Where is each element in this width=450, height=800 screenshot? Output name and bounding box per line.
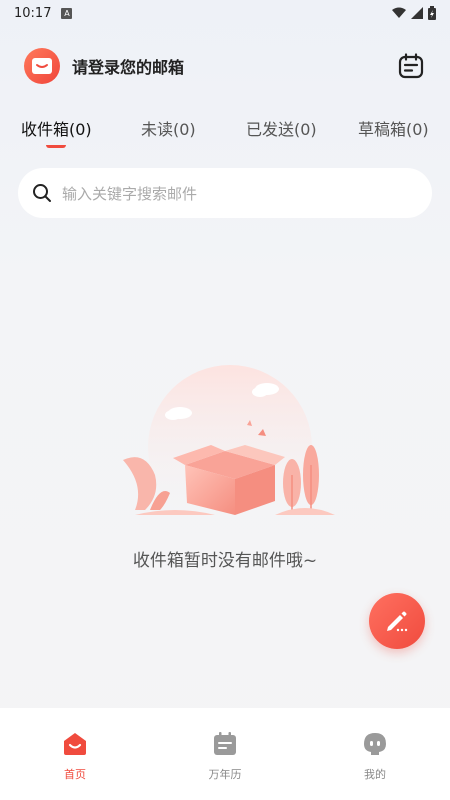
nav-label-home: 首页 [64,768,86,781]
search-icon [33,184,51,202]
nav-item-profile[interactable]: 我的 [300,708,450,800]
empty-inbox-illustration [123,365,335,525]
pencil-icon [387,611,408,632]
status-bar: 10:17 A [0,0,450,26]
tab-drafts-label: 草稿箱(0) [358,120,429,139]
active-tab-indicator [46,145,67,148]
login-prompt-title[interactable]: 请登录您的邮箱 [72,54,184,78]
nav-label-calendar: 万年历 [208,768,242,781]
battery-icon [428,6,436,20]
signal-icon [411,7,423,19]
tab-unread-label: 未读(0) [141,120,196,139]
nav-item-calendar[interactable]: 万年历 [150,708,300,800]
tab-drafts[interactable]: 草稿箱(0) [358,108,429,148]
bottom-navigation: 首页 万年历 我的 [0,708,450,800]
search-input[interactable]: 输入关键字搜索邮件 [62,183,197,204]
calendar-icon [211,730,239,758]
wifi-icon [392,7,406,18]
status-icons [392,6,436,20]
tab-inbox[interactable]: 收件箱(0) [21,108,92,148]
empty-state-message: 收件箱暂时没有邮件哦~ [132,551,318,571]
search-bar[interactable]: 输入关键字搜索邮件 [18,168,432,218]
profile-icon [361,730,389,758]
tab-inbox-label: 收件箱(0) [21,120,92,139]
calendar-button[interactable] [396,51,426,81]
tab-unread[interactable]: 未读(0) [141,108,196,148]
home-icon [61,730,89,758]
tab-sent-label: 已发送(0) [246,120,317,139]
compose-button[interactable] [369,593,425,649]
app-logo [24,48,60,84]
nav-label-profile: 我的 [364,768,386,781]
mail-folder-tabs: 收件箱(0) 未读(0) 已发送(0) 草稿箱(0) [0,108,450,148]
notification-a-icon: A [61,7,73,19]
calendar-icon [398,53,424,79]
status-time: 10:17 [14,5,52,21]
app-header: 请登录您的邮箱 [0,44,450,88]
tab-sent[interactable]: 已发送(0) [246,108,317,148]
nav-item-home[interactable]: 首页 [0,708,150,800]
mailbox-icon [32,58,52,74]
